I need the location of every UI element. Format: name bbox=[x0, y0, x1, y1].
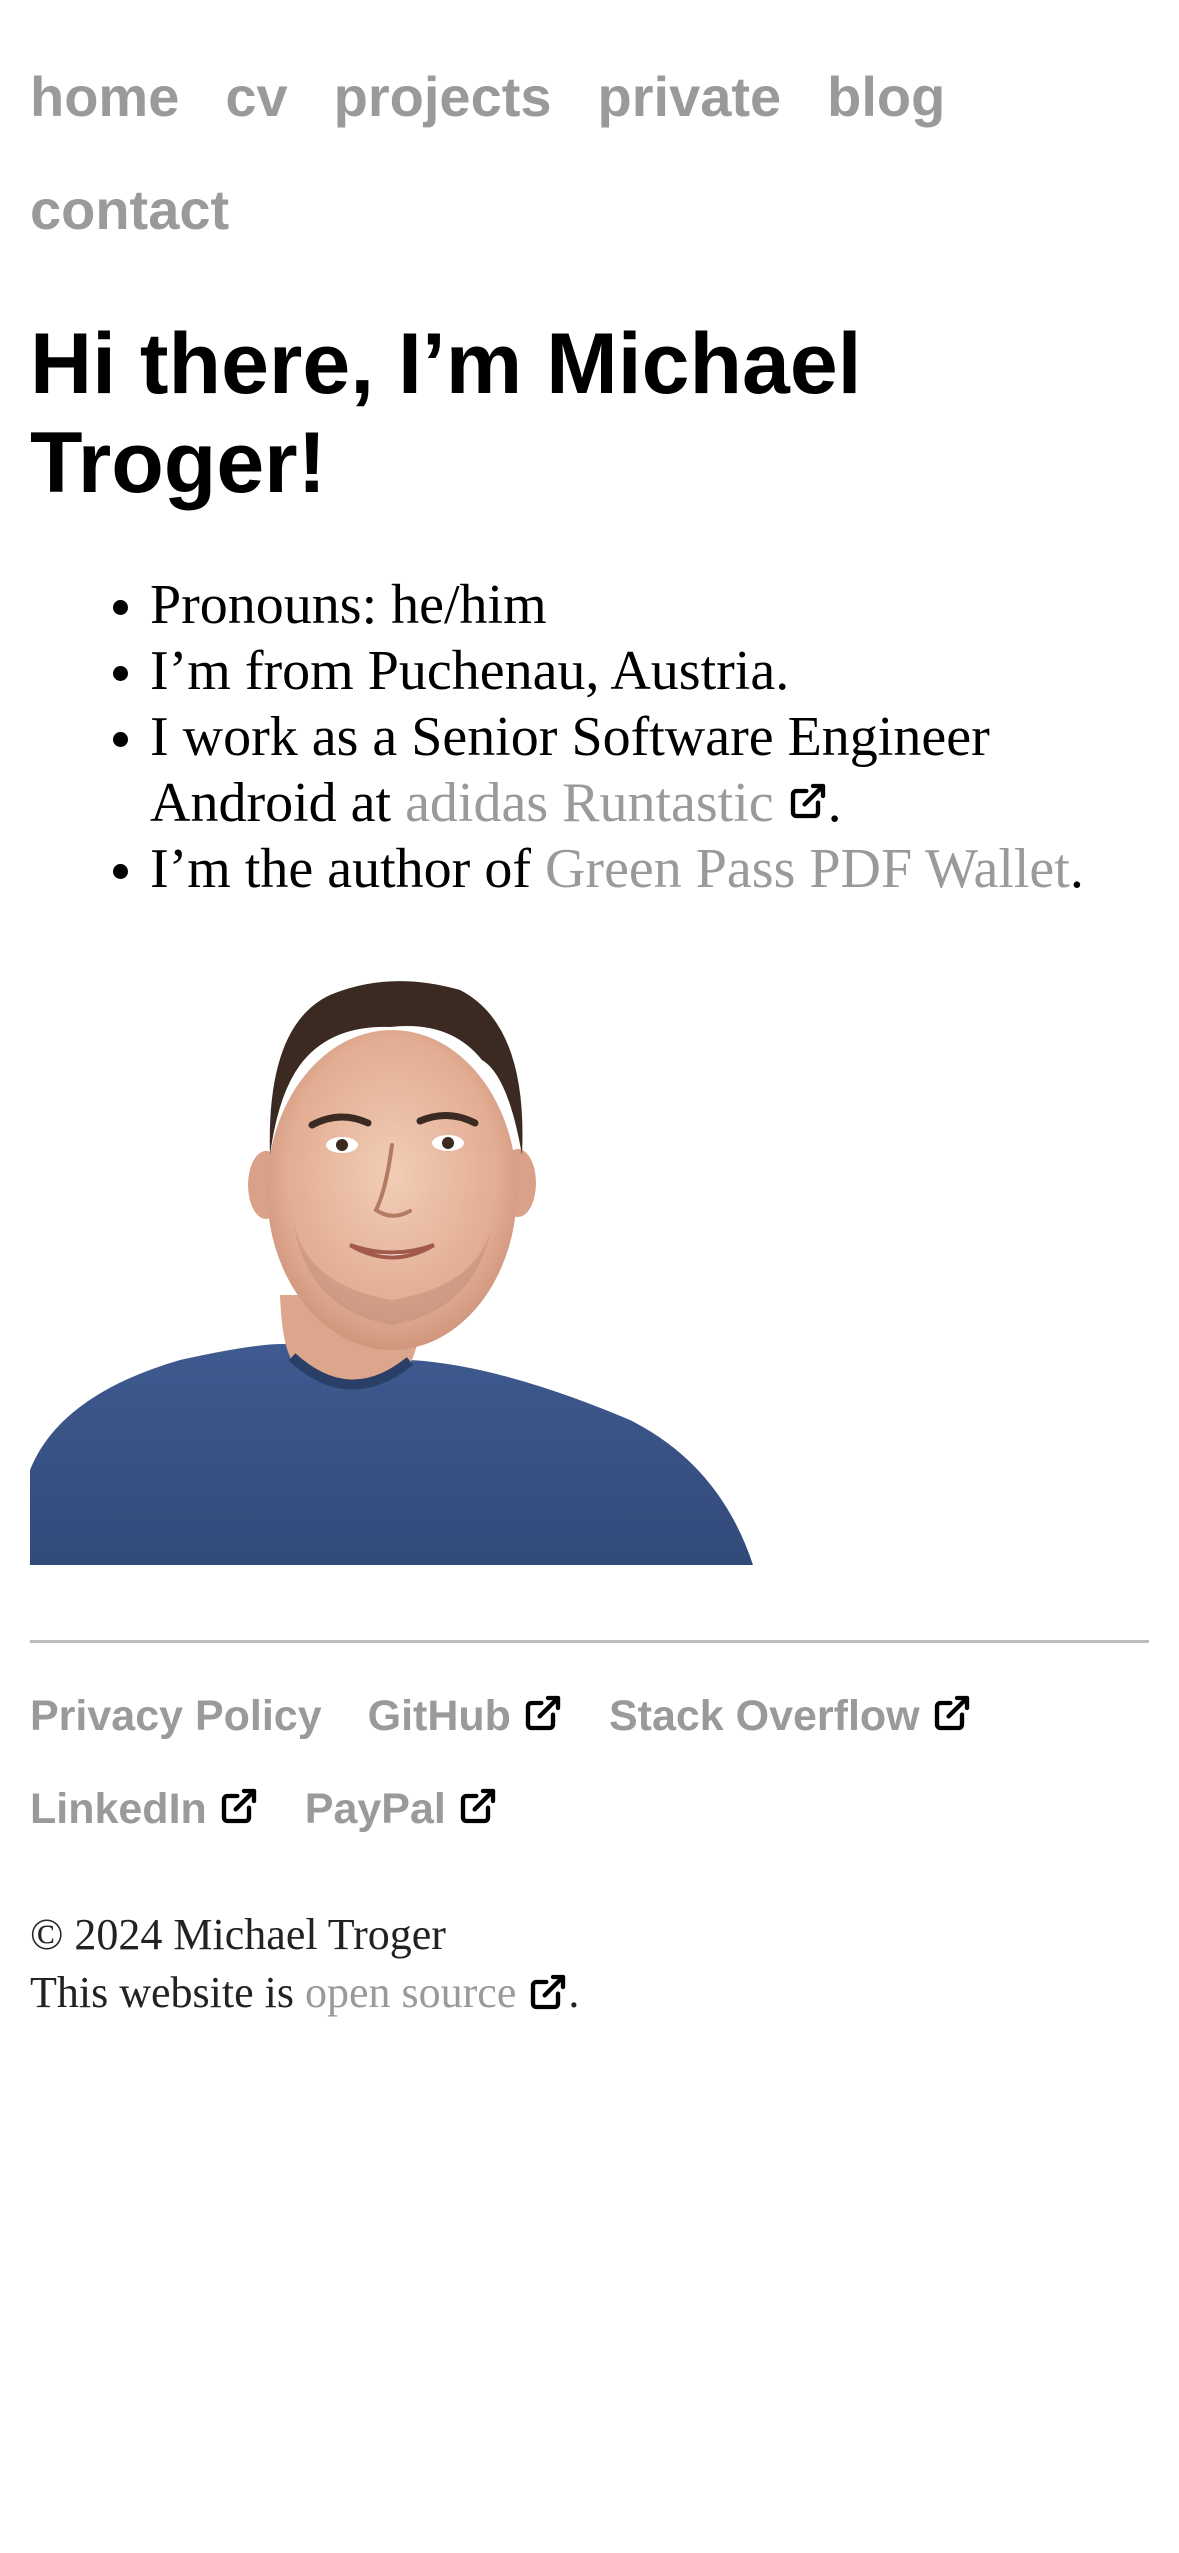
main-nav: home cv projects private blog contact bbox=[30, 46, 1150, 272]
author-suffix: . bbox=[1069, 838, 1084, 900]
open-source-label: open source bbox=[304, 1968, 517, 2017]
external-link-icon bbox=[219, 1786, 259, 1826]
employer-link[interactable]: adidas Runtastic bbox=[405, 772, 828, 834]
list-item: I’m from Puchenau, Austria. bbox=[150, 638, 1160, 704]
stack-overflow-link[interactable]: Stack Overflow bbox=[609, 1670, 972, 1763]
external-link-icon bbox=[932, 1693, 972, 1733]
copyright-text: © 2024 Michael Troger bbox=[30, 1910, 446, 1959]
source-prefix: This website is bbox=[30, 1968, 305, 2017]
nav-contact[interactable]: contact bbox=[30, 170, 229, 250]
copyright-block: © 2024 Michael Troger This website is op… bbox=[30, 1906, 1150, 2022]
source-line: This website is open source. bbox=[30, 1964, 1150, 2022]
privacy-policy-link[interactable]: Privacy Policy bbox=[30, 1670, 322, 1763]
external-link-icon bbox=[458, 1786, 498, 1826]
privacy-policy-label: Privacy Policy bbox=[30, 1692, 322, 1740]
paypal-link[interactable]: PayPal bbox=[305, 1763, 498, 1856]
github-link[interactable]: GitHub bbox=[368, 1670, 563, 1763]
list-item: I’m the author of Green Pass PDF Wallet. bbox=[150, 836, 1160, 902]
list-item: I work as a Senior Software Engineer And… bbox=[150, 704, 1160, 836]
nav-projects[interactable]: projects bbox=[334, 57, 552, 137]
pronouns-text: Pronouns: he/him bbox=[150, 574, 547, 636]
app-link[interactable]: Green Pass PDF Wallet bbox=[545, 838, 1070, 900]
stack-overflow-label: Stack Overflow bbox=[608, 1692, 920, 1740]
nav-home[interactable]: home bbox=[30, 57, 179, 137]
author-text: I’m the author of bbox=[150, 838, 545, 900]
employer-link-label: adidas Runtastic bbox=[405, 772, 774, 834]
list-item: Pronouns: he/him bbox=[150, 572, 1160, 638]
profile-photo bbox=[30, 965, 753, 1565]
page-title: Hi there, I’m Michael Troger! bbox=[30, 316, 862, 511]
facts-list: Pronouns: he/him I’m from Puchenau, Aust… bbox=[30, 572, 1160, 902]
linkedin-label: LinkedIn bbox=[30, 1785, 207, 1833]
source-suffix: . bbox=[568, 1968, 580, 2017]
external-link-icon bbox=[528, 1972, 568, 2012]
origin-text: I’m from Puchenau, Austria. bbox=[150, 640, 790, 702]
external-link-icon bbox=[523, 1693, 563, 1733]
nav-private[interactable]: private bbox=[598, 57, 782, 137]
paypal-label: PayPal bbox=[304, 1785, 446, 1833]
footer-links: Privacy Policy GitHub Stack Overflow Linked… bbox=[30, 1670, 1150, 1856]
nav-cv[interactable]: cv bbox=[225, 57, 287, 137]
github-label: GitHub bbox=[367, 1692, 511, 1740]
open-source-link[interactable]: open source bbox=[305, 1968, 568, 2017]
external-link-icon bbox=[788, 781, 828, 821]
footer-divider bbox=[30, 1640, 1149, 1643]
work-suffix: . bbox=[827, 772, 842, 834]
nav-blog[interactable]: blog bbox=[827, 57, 945, 137]
linkedin-link[interactable]: LinkedIn bbox=[30, 1763, 259, 1856]
